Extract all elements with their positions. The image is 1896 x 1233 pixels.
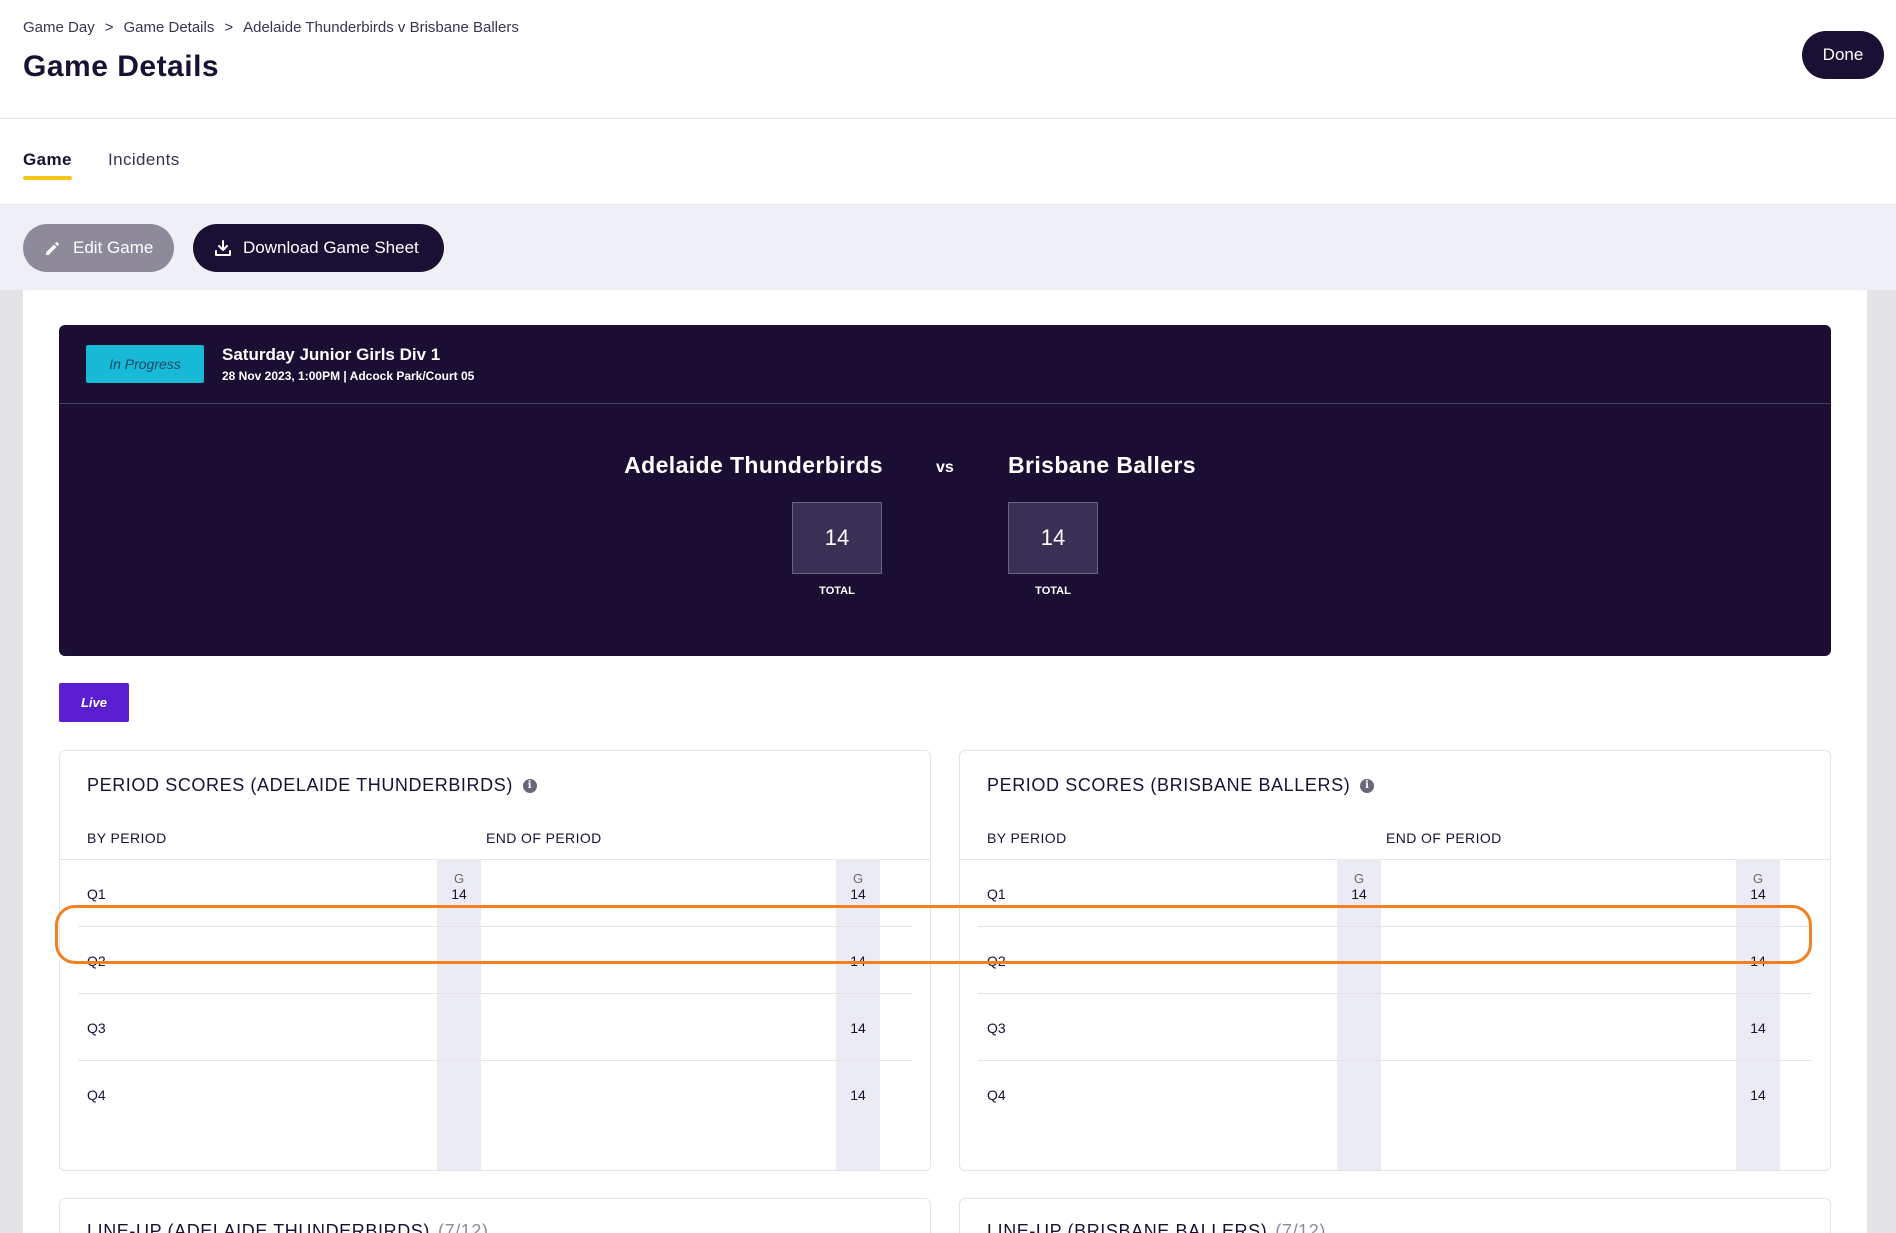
edit-game-label: Edit Game	[73, 238, 154, 257]
download-game-sheet-label: Download Game Sheet	[243, 238, 419, 257]
table-row: Q2 14	[960, 927, 1830, 994]
breadcrumb-current-game: Adelaide Thunderbirds v Brisbane Ballers	[243, 19, 519, 36]
lineup-title-text: LINE-UP (ADELAIDE THUNDERBIRDS)	[87, 1221, 430, 1233]
by-period-header: BY PERIOD	[987, 830, 1067, 846]
period-label: Q1	[87, 886, 106, 902]
page-title: Game Details	[23, 50, 220, 83]
game-meta: 28 Nov 2023, 1:00PM | Adcock Park/Court …	[222, 369, 475, 383]
period-scores-home-panel: PERIOD SCORES (ADELAIDE THUNDERBIRDS) i …	[59, 750, 931, 1171]
tab-bar: Game Incidents	[0, 120, 1896, 205]
period-label: Q1	[987, 886, 1006, 902]
breadcrumb: Game Day > Game Details > Adelaide Thund…	[23, 19, 519, 36]
table-row: Q2 14	[60, 927, 930, 994]
edit-game-button[interactable]: Edit Game	[23, 224, 174, 272]
download-game-sheet-button[interactable]: Download Game Sheet	[193, 224, 444, 272]
table-row: Q3 14	[960, 994, 1830, 1061]
home-score: 14	[792, 502, 882, 574]
away-total-label: TOTAL	[1035, 585, 1071, 597]
end-period-goals: 14	[1750, 1020, 1766, 1036]
info-icon[interactable]: i	[522, 778, 537, 793]
lineup-count: (7/12)	[438, 1221, 489, 1233]
versus-label: vs	[936, 459, 954, 476]
info-icon[interactable]: i	[1360, 778, 1375, 793]
breadcrumb-separator: >	[224, 19, 234, 36]
competition-name: Saturday Junior Girls Div 1	[222, 345, 441, 364]
end-period-goals: 14	[850, 886, 866, 902]
tab-game[interactable]: Game	[23, 150, 72, 180]
panel-title: PERIOD SCORES (BRISBANE BALLERS) i	[987, 775, 1375, 796]
panel-title-text: PERIOD SCORES (ADELAIDE THUNDERBIRDS)	[87, 775, 513, 795]
page-header: Game Day > Game Details > Adelaide Thund…	[0, 0, 1896, 119]
live-button[interactable]: Live	[59, 683, 129, 722]
end-of-period-header: END OF PERIOD	[486, 830, 602, 846]
period-label: Q3	[87, 1020, 106, 1036]
table-row: Q4 14	[60, 1061, 930, 1128]
by-period-goals: 14	[451, 886, 467, 902]
home-total-label: TOTAL	[819, 585, 855, 597]
away-team-name: Brisbane Ballers	[1008, 452, 1196, 478]
period-label: Q4	[87, 1087, 106, 1103]
status-badge: In Progress	[86, 345, 204, 383]
home-team-name: Adelaide Thunderbirds	[624, 452, 883, 478]
end-period-goals: 14	[850, 1020, 866, 1036]
end-period-goals: 14	[1750, 953, 1766, 969]
breadcrumb-game-day[interactable]: Game Day	[23, 19, 95, 36]
table-row: Q3 14	[60, 994, 930, 1061]
end-period-goals: 14	[1750, 886, 1766, 902]
table-row: Q4 14	[960, 1061, 1830, 1128]
period-label: Q2	[987, 953, 1006, 969]
breadcrumb-game-details[interactable]: Game Details	[123, 19, 214, 36]
lineup-title: LINE-UP (BRISBANE BALLERS) (7/12)	[987, 1221, 1326, 1233]
lineup-count: (7/12)	[1275, 1221, 1326, 1233]
download-icon	[215, 240, 231, 256]
game-summary-card: In Progress Saturday Junior Girls Div 1 …	[59, 325, 1831, 656]
breadcrumb-separator: >	[104, 19, 114, 36]
table-row: Q1 14 14	[60, 860, 930, 927]
lineup-title: LINE-UP (ADELAIDE THUNDERBIRDS) (7/12)	[87, 1221, 489, 1233]
period-label: Q3	[987, 1020, 1006, 1036]
lineup-home-panel: LINE-UP (ADELAIDE THUNDERBIRDS) (7/12)	[59, 1198, 931, 1233]
period-label: Q4	[987, 1087, 1006, 1103]
action-bar: Edit Game Download Game Sheet	[0, 205, 1896, 290]
end-period-goals: 14	[850, 953, 866, 969]
by-period-goals: 14	[1351, 886, 1367, 902]
end-period-goals: 14	[1750, 1087, 1766, 1103]
period-scores-away-panel: PERIOD SCORES (BRISBANE BALLERS) i BY PE…	[959, 750, 1831, 1171]
done-button[interactable]: Done	[1802, 31, 1884, 79]
panel-title: PERIOD SCORES (ADELAIDE THUNDERBIRDS) i	[87, 775, 537, 796]
end-period-goals: 14	[850, 1087, 866, 1103]
period-label: Q2	[87, 953, 106, 969]
lineup-title-text: LINE-UP (BRISBANE BALLERS)	[987, 1221, 1268, 1233]
lineup-away-panel: LINE-UP (BRISBANE BALLERS) (7/12)	[959, 1198, 1831, 1233]
by-period-header: BY PERIOD	[87, 830, 167, 846]
table-row: Q1 14 14	[960, 860, 1830, 927]
away-score: 14	[1008, 502, 1098, 574]
tab-incidents[interactable]: Incidents	[108, 150, 180, 170]
game-card-header: In Progress Saturday Junior Girls Div 1 …	[59, 325, 1831, 404]
end-of-period-header: END OF PERIOD	[1386, 830, 1502, 846]
pencil-icon	[46, 242, 59, 255]
panel-title-text: PERIOD SCORES (BRISBANE BALLERS)	[987, 775, 1351, 795]
